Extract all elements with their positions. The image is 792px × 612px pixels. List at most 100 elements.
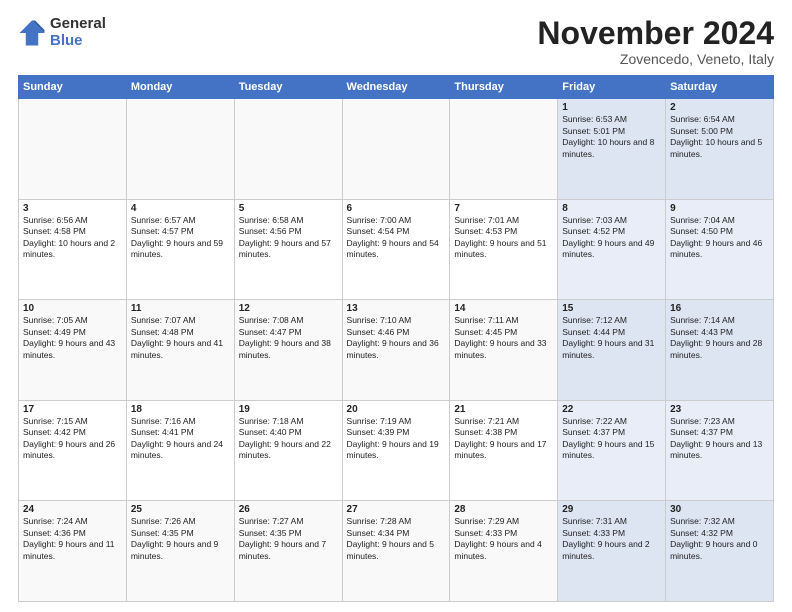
day-cell: 16Sunrise: 7:14 AM Sunset: 4:43 PM Dayli… [666, 300, 774, 401]
day-number: 22 [562, 404, 661, 415]
day-info: Sunrise: 6:54 AM Sunset: 5:00 PM Dayligh… [670, 114, 769, 160]
day-cell: 18Sunrise: 7:16 AM Sunset: 4:41 PM Dayli… [126, 400, 234, 501]
day-cell [450, 99, 558, 200]
week-row-2: 3Sunrise: 6:56 AM Sunset: 4:58 PM Daylig… [19, 199, 774, 300]
day-cell: 23Sunrise: 7:23 AM Sunset: 4:37 PM Dayli… [666, 400, 774, 501]
day-info: Sunrise: 7:28 AM Sunset: 4:34 PM Dayligh… [347, 516, 446, 562]
month-title: November 2024 [537, 16, 774, 51]
day-info: Sunrise: 7:05 AM Sunset: 4:49 PM Dayligh… [23, 315, 122, 361]
day-info: Sunrise: 7:29 AM Sunset: 4:33 PM Dayligh… [454, 516, 553, 562]
day-number: 26 [239, 504, 338, 515]
day-cell: 27Sunrise: 7:28 AM Sunset: 4:34 PM Dayli… [342, 501, 450, 602]
day-info: Sunrise: 7:08 AM Sunset: 4:47 PM Dayligh… [239, 315, 338, 361]
col-tuesday: Tuesday [234, 76, 342, 99]
day-info: Sunrise: 7:07 AM Sunset: 4:48 PM Dayligh… [131, 315, 230, 361]
day-number: 28 [454, 504, 553, 515]
day-number: 23 [670, 404, 769, 415]
day-info: Sunrise: 7:00 AM Sunset: 4:54 PM Dayligh… [347, 215, 446, 261]
day-number: 6 [347, 203, 446, 214]
day-cell: 8Sunrise: 7:03 AM Sunset: 4:52 PM Daylig… [558, 199, 666, 300]
day-info: Sunrise: 7:15 AM Sunset: 4:42 PM Dayligh… [23, 416, 122, 462]
calendar-table: Sunday Monday Tuesday Wednesday Thursday… [18, 75, 774, 602]
day-info: Sunrise: 7:26 AM Sunset: 4:35 PM Dayligh… [131, 516, 230, 562]
title-block: November 2024 Zovencedo, Veneto, Italy [537, 16, 774, 67]
day-info: Sunrise: 7:12 AM Sunset: 4:44 PM Dayligh… [562, 315, 661, 361]
day-number: 24 [23, 504, 122, 515]
location: Zovencedo, Veneto, Italy [537, 51, 774, 67]
day-info: Sunrise: 7:23 AM Sunset: 4:37 PM Dayligh… [670, 416, 769, 462]
day-cell: 28Sunrise: 7:29 AM Sunset: 4:33 PM Dayli… [450, 501, 558, 602]
day-number: 3 [23, 203, 122, 214]
header: General Blue November 2024 Zovencedo, Ve… [18, 16, 774, 67]
day-cell: 6Sunrise: 7:00 AM Sunset: 4:54 PM Daylig… [342, 199, 450, 300]
col-saturday: Saturday [666, 76, 774, 99]
day-number: 16 [670, 303, 769, 314]
day-number: 13 [347, 303, 446, 314]
calendar: Sunday Monday Tuesday Wednesday Thursday… [18, 75, 774, 602]
logo-blue: Blue [50, 33, 106, 50]
week-row-1: 1Sunrise: 6:53 AM Sunset: 5:01 PM Daylig… [19, 99, 774, 200]
day-info: Sunrise: 7:16 AM Sunset: 4:41 PM Dayligh… [131, 416, 230, 462]
day-info: Sunrise: 6:53 AM Sunset: 5:01 PM Dayligh… [562, 114, 661, 160]
day-cell: 4Sunrise: 6:57 AM Sunset: 4:57 PM Daylig… [126, 199, 234, 300]
logo-text: General Blue [50, 16, 106, 49]
day-info: Sunrise: 7:31 AM Sunset: 4:33 PM Dayligh… [562, 516, 661, 562]
week-row-3: 10Sunrise: 7:05 AM Sunset: 4:49 PM Dayli… [19, 300, 774, 401]
day-info: Sunrise: 7:03 AM Sunset: 4:52 PM Dayligh… [562, 215, 661, 261]
day-cell: 26Sunrise: 7:27 AM Sunset: 4:35 PM Dayli… [234, 501, 342, 602]
logo-general: General [50, 16, 106, 33]
col-monday: Monday [126, 76, 234, 99]
logo-icon [18, 19, 46, 47]
day-number: 10 [23, 303, 122, 314]
day-cell [126, 99, 234, 200]
logo: General Blue [18, 16, 106, 49]
day-info: Sunrise: 7:22 AM Sunset: 4:37 PM Dayligh… [562, 416, 661, 462]
day-number: 14 [454, 303, 553, 314]
day-cell: 11Sunrise: 7:07 AM Sunset: 4:48 PM Dayli… [126, 300, 234, 401]
day-info: Sunrise: 7:32 AM Sunset: 4:32 PM Dayligh… [670, 516, 769, 562]
week-row-5: 24Sunrise: 7:24 AM Sunset: 4:36 PM Dayli… [19, 501, 774, 602]
week-row-4: 17Sunrise: 7:15 AM Sunset: 4:42 PM Dayli… [19, 400, 774, 501]
day-number: 25 [131, 504, 230, 515]
day-info: Sunrise: 7:04 AM Sunset: 4:50 PM Dayligh… [670, 215, 769, 261]
day-cell: 19Sunrise: 7:18 AM Sunset: 4:40 PM Dayli… [234, 400, 342, 501]
day-number: 11 [131, 303, 230, 314]
day-number: 19 [239, 404, 338, 415]
day-cell: 22Sunrise: 7:22 AM Sunset: 4:37 PM Dayli… [558, 400, 666, 501]
day-cell [19, 99, 127, 200]
day-info: Sunrise: 7:21 AM Sunset: 4:38 PM Dayligh… [454, 416, 553, 462]
day-number: 15 [562, 303, 661, 314]
page: General Blue November 2024 Zovencedo, Ve… [0, 0, 792, 612]
day-cell: 12Sunrise: 7:08 AM Sunset: 4:47 PM Dayli… [234, 300, 342, 401]
col-friday: Friday [558, 76, 666, 99]
day-cell: 24Sunrise: 7:24 AM Sunset: 4:36 PM Dayli… [19, 501, 127, 602]
day-info: Sunrise: 7:19 AM Sunset: 4:39 PM Dayligh… [347, 416, 446, 462]
col-wednesday: Wednesday [342, 76, 450, 99]
day-cell: 3Sunrise: 6:56 AM Sunset: 4:58 PM Daylig… [19, 199, 127, 300]
day-info: Sunrise: 7:27 AM Sunset: 4:35 PM Dayligh… [239, 516, 338, 562]
day-cell: 9Sunrise: 7:04 AM Sunset: 4:50 PM Daylig… [666, 199, 774, 300]
day-cell: 1Sunrise: 6:53 AM Sunset: 5:01 PM Daylig… [558, 99, 666, 200]
day-cell: 17Sunrise: 7:15 AM Sunset: 4:42 PM Dayli… [19, 400, 127, 501]
header-row: Sunday Monday Tuesday Wednesday Thursday… [19, 76, 774, 99]
day-cell: 20Sunrise: 7:19 AM Sunset: 4:39 PM Dayli… [342, 400, 450, 501]
day-number: 12 [239, 303, 338, 314]
col-thursday: Thursday [450, 76, 558, 99]
day-number: 1 [562, 102, 661, 113]
day-cell: 30Sunrise: 7:32 AM Sunset: 4:32 PM Dayli… [666, 501, 774, 602]
day-info: Sunrise: 6:56 AM Sunset: 4:58 PM Dayligh… [23, 215, 122, 261]
col-sunday: Sunday [19, 76, 127, 99]
day-info: Sunrise: 7:18 AM Sunset: 4:40 PM Dayligh… [239, 416, 338, 462]
day-number: 7 [454, 203, 553, 214]
day-number: 27 [347, 504, 446, 515]
day-number: 18 [131, 404, 230, 415]
day-cell: 25Sunrise: 7:26 AM Sunset: 4:35 PM Dayli… [126, 501, 234, 602]
day-number: 2 [670, 102, 769, 113]
day-info: Sunrise: 6:58 AM Sunset: 4:56 PM Dayligh… [239, 215, 338, 261]
day-cell [234, 99, 342, 200]
day-number: 29 [562, 504, 661, 515]
day-number: 8 [562, 203, 661, 214]
day-number: 17 [23, 404, 122, 415]
day-cell [342, 99, 450, 200]
day-cell: 14Sunrise: 7:11 AM Sunset: 4:45 PM Dayli… [450, 300, 558, 401]
